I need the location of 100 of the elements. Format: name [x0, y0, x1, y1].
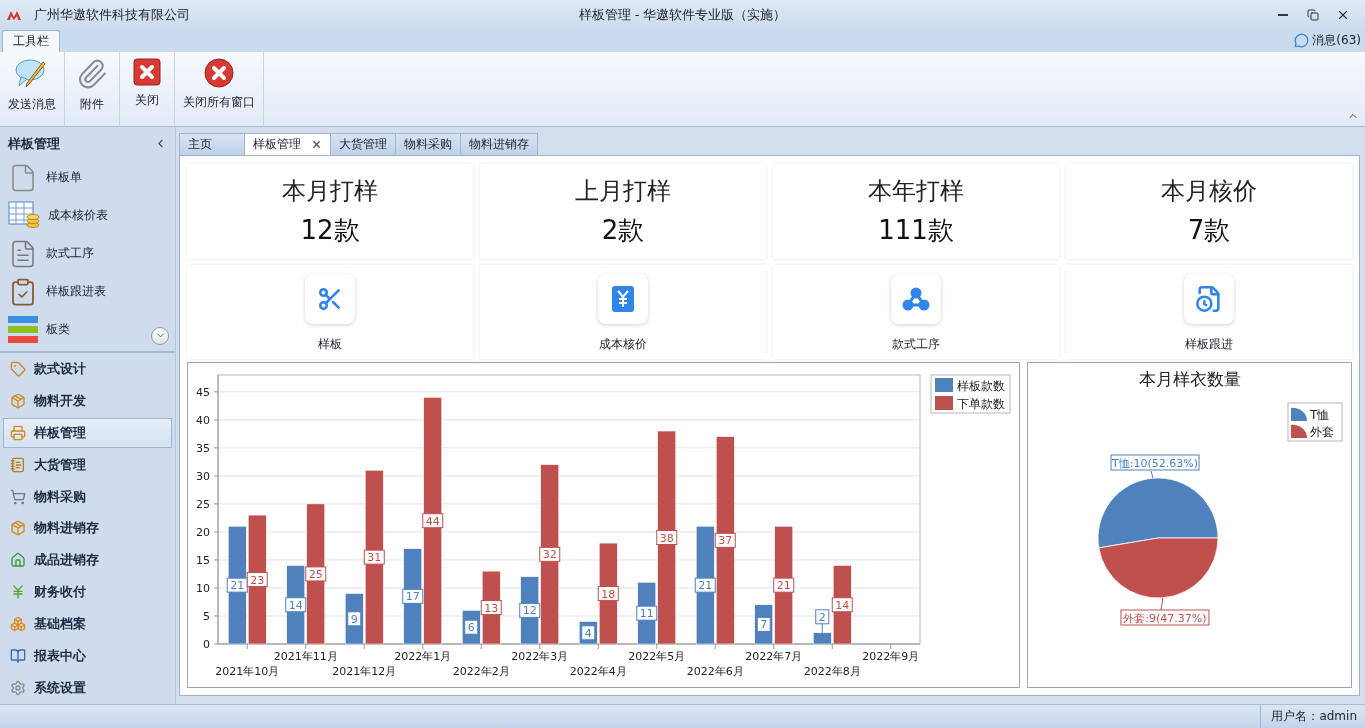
nodes-icon — [902, 286, 930, 312]
data-label: 21 — [230, 579, 245, 593]
window-title: 样板管理 - 华遨软件专业版（实施） — [578, 6, 787, 24]
minimize-icon — [1278, 14, 1288, 16]
data-label: 25 — [308, 567, 323, 581]
restore-button[interactable] — [1305, 7, 1321, 23]
axis-label: 2022年1月 — [394, 650, 452, 663]
tick-label: 40 — [196, 413, 210, 427]
data-label: 9 — [350, 612, 358, 626]
tab[interactable]: 样板管理 — [244, 133, 331, 155]
data-label: 11 — [636, 605, 658, 621]
data-label: 2 — [818, 610, 826, 624]
leader-line — [1150, 470, 1154, 479]
close-icon[interactable] — [311, 139, 322, 150]
toolbar-button[interactable]: 附件 — [65, 52, 120, 126]
book-icon — [10, 648, 26, 665]
data-label: 17 — [402, 588, 424, 604]
notebook-icon — [10, 456, 26, 473]
username-label: 用户名：admin — [1260, 705, 1357, 728]
sidebar-item[interactable]: 样板单 — [0, 158, 175, 197]
axis-label: 2022年9月 — [862, 650, 920, 663]
stat-title: 本月核价 — [1161, 176, 1257, 207]
data-label: 7 — [756, 616, 771, 632]
data-label: 21 — [698, 579, 713, 593]
scroll-down-icon[interactable] — [151, 326, 169, 345]
sidebar-item[interactable]: 板类 — [0, 310, 175, 349]
tab[interactable]: 物料进销存 — [460, 133, 538, 155]
settings-icon — [10, 680, 26, 697]
data-label: 14 — [835, 598, 850, 612]
sidebar-title: 样板管理 — [8, 134, 60, 153]
toolbar-button[interactable]: 关闭 — [120, 52, 175, 126]
box-icon — [10, 520, 26, 537]
logo-icon — [6, 9, 22, 21]
nav-item[interactable]: 成品进销存 — [3, 545, 172, 576]
printer-icon — [10, 424, 26, 441]
data-label: 4 — [584, 626, 592, 640]
shortcut-card[interactable]: 样板 — [187, 265, 473, 359]
sidebar-item[interactable]: 样板跟进表 — [0, 272, 175, 311]
axis-label: 2022年8月 — [803, 665, 861, 678]
nav-item[interactable]: 款式设计 — [3, 353, 172, 384]
toolbar-button[interactable]: 发送消息 — [0, 52, 65, 126]
sidebar-item[interactable]: 成本核价表 — [0, 196, 175, 235]
axis-label: 2022年6月 — [686, 665, 744, 678]
nav-item[interactable]: 报表中心 — [3, 641, 172, 672]
tab[interactable]: 物料采购 — [395, 133, 461, 155]
stat-value: 111款 — [878, 214, 954, 247]
data-label: 23 — [250, 573, 265, 587]
axis-label: 2022年5月 — [628, 650, 686, 663]
data-label: 14 — [831, 597, 853, 613]
data-label: 14 — [288, 598, 303, 612]
data-label: 44 — [425, 514, 440, 528]
data-label: 14 — [285, 597, 307, 613]
shortcut-card[interactable]: 成本核价 — [480, 265, 766, 359]
data-label: 12 — [519, 602, 541, 618]
axis-label: 2022年4月 — [569, 665, 627, 678]
nav-item[interactable]: 物料进销存 — [3, 513, 172, 544]
tick-label: 35 — [196, 441, 210, 455]
spreadsheet-coins-icon — [8, 200, 40, 231]
document-clock-icon — [1195, 285, 1223, 313]
data-label: 12 — [522, 604, 537, 618]
nav-item[interactable]: 财务收付 — [3, 577, 172, 608]
axis-label: 2021年12月 — [332, 665, 397, 678]
sidebar-item[interactable]: 款式工序 — [0, 234, 175, 273]
tag-icon — [10, 360, 26, 377]
nav-item[interactable]: 大货管理 — [3, 449, 172, 480]
axis-label: 2022年7月 — [745, 650, 803, 663]
data-label: 21 — [773, 577, 795, 593]
nav-item[interactable]: 基础档案 — [3, 609, 172, 640]
shortcut-card[interactable]: 样板跟进 — [1066, 265, 1352, 359]
legend-swatch — [1291, 424, 1307, 438]
axis-label: 2021年11月 — [273, 650, 338, 663]
scissors-icon — [317, 286, 343, 312]
toolbar-button[interactable]: 关闭所有窗口 — [175, 52, 264, 126]
data-label: 17 — [405, 590, 420, 604]
nav-item[interactable]: 物料开发 — [3, 385, 172, 416]
boxes-icon — [10, 616, 26, 633]
stat-value: 7款 — [1187, 214, 1231, 247]
shortcut-card[interactable]: 款式工序 — [773, 265, 1059, 359]
nav-item[interactable]: 样板管理 — [3, 417, 172, 448]
data-label: T恤:10(52.63%) — [1110, 454, 1200, 471]
legend-label: 外套 — [1310, 425, 1334, 439]
data-label: 4 — [581, 625, 596, 641]
tick-label: 0 — [203, 638, 210, 651]
close-icon — [1336, 8, 1350, 22]
tab[interactable]: 大货管理 — [330, 133, 396, 155]
ribbon-tab[interactable]: 工具栏 — [2, 30, 60, 52]
data-label: 38 — [656, 530, 678, 545]
data-label: 23 — [246, 572, 268, 588]
data-label: 外套:9(47.37%) — [1120, 609, 1210, 626]
stat-title: 上月打样 — [575, 176, 671, 207]
nav-item[interactable]: 系统设置 — [3, 673, 172, 704]
yen-icon — [10, 584, 26, 601]
data-label: 18 — [601, 587, 616, 601]
close-circle-icon — [204, 58, 234, 88]
axis-label: 2021年10月 — [215, 665, 280, 678]
messages-button[interactable]: 消息(63) — [1294, 32, 1361, 49]
tick-label: 15 — [196, 553, 210, 567]
tab[interactable]: 主页 — [179, 133, 245, 155]
nav-item[interactable]: 物料采购 — [3, 481, 172, 512]
data-label: 13 — [480, 600, 502, 616]
